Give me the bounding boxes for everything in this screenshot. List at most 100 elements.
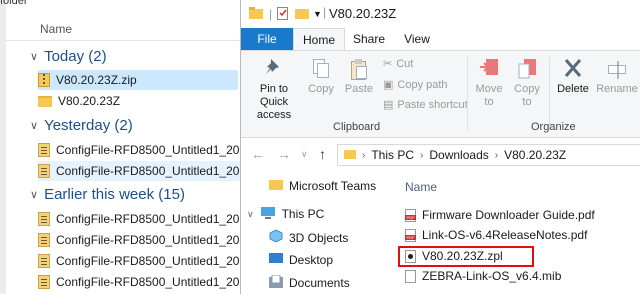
config-file-icon	[38, 212, 50, 226]
button-label: Copy path	[397, 78, 448, 91]
list-item[interactable]: V80.20.23Z.zip	[38, 70, 238, 90]
file-name: ConfigFile-RFD8500_Untitled1_2021.	[56, 212, 257, 226]
file-row-firmware-guide[interactable]: Firmware Downloader Guide.pdf	[405, 208, 595, 222]
window-title: V80.20.23Z	[329, 6, 397, 21]
recent-locations-icon[interactable]: ∨	[301, 149, 308, 160]
pin-to-quick-access-button[interactable]: Pin to Quick access	[245, 57, 303, 122]
navigation-bar: ← → ∨ ↑ › This PC › Downloads › V80.20.2…	[241, 138, 640, 172]
name-column-header[interactable]: Name	[405, 180, 437, 194]
new-folder-icon[interactable]	[295, 7, 309, 22]
divider-icon: |	[269, 7, 273, 21]
properties-icon[interactable]	[277, 7, 289, 23]
pdf-file-icon	[405, 228, 416, 242]
cut-button[interactable]: ✂ Cut	[383, 57, 414, 71]
up-arrow-icon[interactable]: ↑	[319, 146, 326, 162]
list-item[interactable]: ConfigFile-RFD8500_Untitled1_2021.	[38, 230, 256, 250]
nav-label: This PC	[281, 207, 325, 221]
computer-icon	[260, 206, 276, 222]
pdf-file-icon	[405, 208, 416, 222]
config-file-icon	[38, 254, 50, 268]
list-item[interactable]: ConfigFile-RFD8500_Untitled1_2021.	[38, 272, 256, 292]
group-label: Yesterday (2)	[44, 117, 133, 134]
group-divider	[549, 57, 550, 131]
copy-path-icon: ▣	[383, 79, 394, 91]
pin-icon	[245, 57, 303, 83]
documents-icon	[269, 274, 283, 291]
navigation-pane: Microsoft Teams ∨ This PC 3D Objects Des…	[241, 172, 391, 294]
folder-icon	[38, 95, 52, 107]
file-row-release-notes[interactable]: Link-OS-v6.4ReleaseNotes.pdf	[405, 228, 587, 242]
tab-share[interactable]: Share	[349, 28, 389, 50]
back-arrow-icon[interactable]: ←	[251, 146, 265, 162]
name-column-header[interactable]: Name	[40, 22, 72, 36]
file-row-mib[interactable]: ZEBRA-Link-OS_v6.4.mib	[405, 269, 561, 283]
chevron-right-icon: ›	[494, 149, 499, 161]
group-header-today[interactable]: ∨ Today (2)	[30, 48, 107, 65]
highlight-annotation	[398, 246, 534, 267]
button-label: Cut	[396, 57, 414, 70]
list-item[interactable]: V80.20.23Z	[38, 91, 120, 111]
nav-item-documents[interactable]: Documents	[269, 274, 350, 291]
button-label: Delete	[557, 83, 589, 95]
folder-icon	[249, 7, 263, 22]
file-icon	[405, 269, 416, 283]
paste-shortcut-button[interactable]: ▤ Paste shortcut	[383, 98, 468, 112]
header-divider	[6, 40, 240, 41]
file-name: Link-OS-v6.4ReleaseNotes.pdf	[422, 228, 588, 242]
file-name: V80.20.23Z.zip	[56, 73, 137, 87]
config-file-icon	[38, 143, 50, 157]
nav-item-microsoft-teams[interactable]: Microsoft Teams	[269, 178, 376, 193]
paste-button[interactable]: Paste	[341, 57, 377, 96]
chevron-down-icon: ∨	[30, 120, 39, 132]
address-bar[interactable]: › This PC › Downloads › V80.20.23Z	[337, 144, 640, 166]
copy-to-button[interactable]: Copy to	[511, 57, 543, 109]
customize-toolbar-icon[interactable]: ▼	[313, 9, 322, 19]
breadcrumb-downloads[interactable]: Downloads	[429, 148, 488, 162]
list-item[interactable]: ConfigFile-RFD8500_Untitled1_2021.	[38, 209, 256, 229]
copy-to-icon	[511, 57, 543, 83]
nav-label: Microsoft Teams	[289, 178, 377, 193]
copy-path-button[interactable]: ▣ Copy path	[383, 78, 448, 92]
list-item[interactable]: ConfigFile-RFD8500_Untitled1_2021.	[38, 140, 256, 160]
button-label: Move to	[475, 83, 503, 108]
group-header-earlier-this-week[interactable]: ∨ Earlier this week (15)	[30, 186, 185, 203]
delete-button[interactable]: Delete	[553, 57, 593, 96]
list-item[interactable]: ConfigFile-RFD8500_Untitled1_2021.	[38, 161, 256, 181]
file-name: ConfigFile-RFD8500_Untitled1_2021.	[56, 143, 257, 157]
list-item[interactable]: ConfigFile-RFD8500_Untitled1_2021.	[38, 251, 256, 271]
breadcrumb-this-pc[interactable]: This PC	[371, 148, 414, 162]
move-to-icon	[473, 57, 505, 83]
paste-icon	[341, 57, 377, 83]
nav-item-3d-objects[interactable]: 3D Objects	[269, 229, 348, 246]
desktop-icon	[269, 252, 283, 267]
chevron-right-icon: ›	[362, 149, 366, 161]
file-name: ConfigFile-RFD8500_Untitled1_2021.	[56, 254, 257, 268]
chevron-down-icon: ∨	[247, 208, 254, 219]
move-to-button[interactable]: Move to	[473, 57, 505, 109]
button-label: Copy	[308, 83, 334, 95]
nav-item-desktop[interactable]: Desktop	[269, 252, 333, 267]
file-list: Name Firmware Downloader Guide.pdf Link-…	[391, 172, 640, 294]
group-header-yesterday[interactable]: ∨ Yesterday (2)	[30, 117, 133, 134]
button-label: Paste	[344, 83, 374, 95]
config-file-icon	[38, 164, 50, 178]
tab-file[interactable]: File	[241, 28, 293, 50]
group-label: Earlier this week (15)	[44, 186, 185, 203]
left-scrollbar[interactable]	[0, 0, 6, 294]
zip-file-icon	[38, 73, 50, 87]
tab-home[interactable]: Home	[293, 28, 345, 50]
window-title-fragment: folder	[0, 0, 28, 7]
delete-x-icon	[553, 57, 593, 83]
forward-arrow-icon[interactable]: →	[277, 146, 291, 162]
background-explorer-window: folder Name ∨ Today (2) V80.20.23Z.zip V…	[0, 0, 256, 294]
cube-icon	[269, 229, 283, 246]
file-name: ConfigFile-RFD8500_Untitled1_2021.	[56, 275, 257, 289]
rename-button[interactable]: Rename	[595, 57, 639, 96]
title-bar[interactable]: | ▼ | V80.20.23Z	[241, 0, 640, 28]
breadcrumb-current-folder[interactable]: V80.20.23Z	[504, 148, 566, 162]
folder-icon	[344, 148, 356, 162]
tab-view[interactable]: View	[397, 28, 437, 50]
nav-label: Desktop	[289, 252, 334, 267]
copy-button[interactable]: Copy	[305, 57, 337, 96]
nav-item-this-pc[interactable]: ∨ This PC	[247, 206, 324, 222]
